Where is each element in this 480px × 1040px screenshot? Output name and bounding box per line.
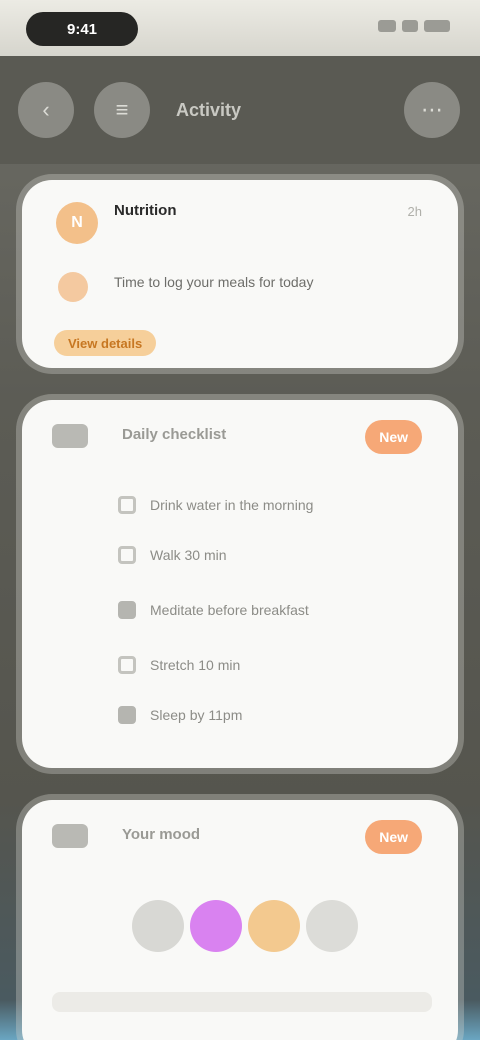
list-item[interactable]: Stretch 10 min: [118, 640, 418, 690]
wifi-icon: [402, 20, 418, 32]
back-arrow-icon: ‹: [42, 97, 50, 122]
avatar: N: [56, 202, 98, 244]
checkbox[interactable]: [118, 546, 136, 564]
card-body: Time to log your meals for today: [114, 274, 314, 290]
card-timestamp: 2h: [407, 204, 422, 219]
status-bar: 9:41: [0, 0, 480, 56]
mood-option[interactable]: [132, 900, 184, 952]
more-icon: ⋯: [421, 97, 443, 122]
battery-icon: [424, 20, 450, 32]
notification-card[interactable]: N Nutrition 2h Time to log your meals fo…: [22, 180, 458, 368]
page-title: Activity: [176, 99, 242, 120]
checkbox[interactable]: [118, 706, 136, 724]
status-time: 9:41: [26, 12, 138, 46]
mood-card: Your mood New: [22, 800, 458, 1040]
checklist-card: Daily checklist New Drink water in the m…: [22, 400, 458, 768]
checklist-icon: [52, 424, 88, 448]
menu-button[interactable]: ≡: [94, 82, 150, 138]
signal-icon: [378, 20, 396, 32]
card-author: Nutrition: [114, 202, 177, 219]
list-item[interactable]: Drink water in the morning: [118, 480, 418, 530]
list-item[interactable]: Sleep by 11pm: [118, 690, 418, 740]
card-title: Your mood: [122, 826, 201, 843]
card-footer: [52, 992, 432, 1012]
mood-icon: [52, 824, 88, 848]
mood-option[interactable]: [248, 900, 300, 952]
list-item-label: Drink water in the morning: [150, 497, 314, 513]
mood-option[interactable]: [190, 900, 242, 952]
list-item[interactable]: Walk 30 min: [118, 530, 418, 580]
list-item-label: Meditate before breakfast: [150, 602, 309, 618]
list-item-label: Walk 30 min: [150, 547, 227, 563]
mood-options: [132, 900, 364, 952]
list-item[interactable]: Meditate before breakfast: [118, 580, 418, 640]
list-item-label: Stretch 10 min: [150, 657, 241, 673]
checkbox[interactable]: [118, 656, 136, 674]
menu-icon: ≡: [115, 97, 129, 122]
checkbox[interactable]: [118, 601, 136, 619]
list-item-label: Sleep by 11pm: [150, 707, 243, 723]
mood-option[interactable]: [306, 900, 358, 952]
bell-icon: [58, 272, 88, 302]
status-icons: [378, 20, 450, 32]
more-button[interactable]: ⋯: [404, 82, 460, 138]
checkbox[interactable]: [118, 496, 136, 514]
new-badge: New: [365, 820, 422, 854]
new-badge: New: [365, 420, 422, 454]
nav-bar: ‹ ≡ Activity ⋯: [0, 56, 480, 164]
checklist: Drink water in the morning Walk 30 min M…: [118, 480, 418, 740]
back-button[interactable]: ‹: [18, 82, 74, 138]
card-title: Daily checklist: [122, 426, 227, 443]
view-details-link[interactable]: View details: [54, 330, 157, 356]
